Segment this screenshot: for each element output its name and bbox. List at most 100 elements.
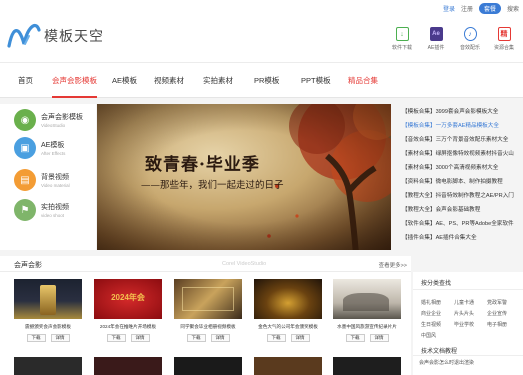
category-sidebar: ◉ 会声会影模板 VideoStudio ▣ AE模板 After Effect… <box>0 104 96 250</box>
nav-home[interactable]: 首页 <box>18 63 33 98</box>
audio-icon: ♪ <box>463 27 477 41</box>
sidebar-item-sub: video shoot <box>41 213 65 218</box>
card-buttons: 下载 详情 <box>14 334 82 342</box>
category-link[interactable]: 片头片头 <box>454 310 474 317</box>
sidebar-item-text: 实拍视频 video shoot <box>41 202 69 218</box>
news-item[interactable]: 【教程大全】会声会影基础教程 <box>402 205 523 213</box>
sidebar-item-video-material[interactable]: ▤ 背景视频 Video material <box>0 164 96 196</box>
section-header: 会声会影 Corel VideoStudio 查看更多>> <box>0 256 411 272</box>
album-icon: 精 <box>497 27 511 41</box>
news-item[interactable]: 【素材合集】绿屏抠像特效视频素材抖音火山 <box>402 149 523 157</box>
card-buttons: 下载 详情 <box>94 334 162 342</box>
nav-ae[interactable]: AE模板 <box>112 63 137 98</box>
nav-videostudio[interactable]: 会声会影模板 <box>52 63 97 98</box>
card-thumbnail[interactable] <box>254 279 322 319</box>
docs-link[interactable]: 会声会影怎么时退出渲染 <box>419 359 474 366</box>
search-link[interactable]: 搜索 <box>507 4 519 13</box>
tool-label: 音效配乐 <box>459 45 480 51</box>
detail-button[interactable]: 详情 <box>290 334 310 342</box>
nav-pr[interactable]: PR模板 <box>254 63 279 98</box>
site-logo[interactable]: 模板天空 <box>7 22 104 50</box>
template-card[interactable]: 水墨中国风旅游宣传纪录片片 下载 详情 <box>333 279 401 342</box>
tool-album[interactable]: 精 资源合集 <box>491 27 517 51</box>
tool-audio[interactable]: ♪ 音效配乐 <box>457 27 483 51</box>
logo-mark-icon <box>7 23 41 48</box>
sidebar-item-text: 会声会影模板 VideoStudio <box>41 112 83 128</box>
news-item[interactable]: 【软件合集】AE、PS、PR等Adobe全家软件 <box>402 219 523 227</box>
banner-title: 致青春·毕业季 <box>145 155 260 175</box>
category-link[interactable]: 党政军警 <box>487 299 507 306</box>
card-thumbnail[interactable] <box>94 357 162 375</box>
top-header: 模板天空 登录 注册 套餐 搜索 ↓ 软件下载 Ae AE插件 ♪ 音效配乐 精… <box>0 0 523 62</box>
category-link[interactable]: 毕业学校 <box>454 321 474 328</box>
account-links: 登录 注册 套餐 搜索 <box>443 3 519 14</box>
news-item[interactable]: 【插件合集】AE插件合集大全 <box>402 233 523 241</box>
card-thumbnail[interactable]: 2024年会 <box>94 279 162 319</box>
section-title: 会声会影 <box>14 262 42 269</box>
card-buttons: 下载 详情 <box>174 334 242 342</box>
sidebar-item-ae[interactable]: ▣ AE模板 After Effects <box>0 132 96 164</box>
news-item[interactable]: 【模板合集】3999套会声会影模板大全 <box>402 107 523 115</box>
card-thumbnail[interactable] <box>333 279 401 319</box>
sidebar-item-sub: After Effects <box>41 151 66 156</box>
card-caption: 水墨中国风旅游宣传纪录片片 <box>337 324 397 329</box>
register-link[interactable]: 注册 <box>461 4 473 13</box>
detail-button[interactable]: 详情 <box>50 334 70 342</box>
news-item[interactable]: 【模板合集】一万多套AE精品模板大全 <box>402 121 523 129</box>
after-effects-icon: ▣ <box>14 137 36 159</box>
sidebar-item-title: AE模板 <box>41 142 65 149</box>
news-item[interactable]: 【素材合集】3000个高清视频素材大全 <box>402 163 523 171</box>
card-thumbnail[interactable] <box>14 279 82 319</box>
template-card[interactable]: 2024年会 2024年会在推唯片开场模板 下载 详情 <box>94 279 162 342</box>
category-link[interactable]: 儿童卡通 <box>454 299 474 306</box>
nav-video-material[interactable]: 视频素材 <box>154 63 184 98</box>
card-thumbnail[interactable] <box>254 357 322 375</box>
category-link[interactable]: 电子相册 <box>487 321 507 328</box>
sidebar-item-title: 背景视频 <box>41 174 69 181</box>
news-item[interactable]: 【音效合集】三万个背景音效配乐素材大全 <box>402 135 523 143</box>
nav-ppt[interactable]: PPT模板 <box>301 63 331 98</box>
tool-software-download[interactable]: ↓ 软件下载 <box>389 27 415 51</box>
category-finder-header: 按分类查找 <box>413 272 523 290</box>
videostudio-icon: ◉ <box>14 109 36 131</box>
news-item[interactable]: 【资料合集】微电影脚本、制作拍摄教程 <box>402 177 523 185</box>
detail-button[interactable]: 详情 <box>369 334 389 342</box>
download-button[interactable]: 下载 <box>106 334 126 342</box>
ae-icon: Ae <box>429 27 443 41</box>
tool-label: 资源合集 <box>493 45 514 51</box>
tool-label: 软件下载 <box>391 45 412 51</box>
download-button[interactable]: 下载 <box>266 334 286 342</box>
detail-button[interactable]: 详情 <box>210 334 230 342</box>
hero-banner[interactable]: 致青春·毕业季 ——那些年，我们一起走过的日子 <box>97 104 391 250</box>
category-link[interactable]: 生日视频 <box>421 321 441 328</box>
category-link[interactable]: 商业企业 <box>421 310 441 317</box>
nav-shoot-material[interactable]: 实拍素材 <box>203 63 233 98</box>
news-item[interactable]: 【教程大全】抖音特效制作教程之AE/PR入门 <box>402 191 523 199</box>
sidebar-item-video-shoot[interactable]: ⚑ 实拍视频 video shoot <box>0 194 96 226</box>
card-thumbnail[interactable] <box>14 357 82 375</box>
sidebar-item-text: AE模板 After Effects <box>41 140 65 156</box>
template-card[interactable]: 金色大气的公司年会颁奖模板 下载 详情 <box>254 279 322 342</box>
template-card[interactable]: 同学聚会毕业相册视频模板 下载 详情 <box>174 279 242 342</box>
login-link[interactable]: 登录 <box>443 4 455 13</box>
category-link[interactable]: 婚礼相册 <box>421 299 441 306</box>
news-list: 【模板合集】3999套会声会影模板大全 【模板合集】一万多套AE精品模板大全 【… <box>400 104 523 250</box>
card-thumb-text: 2024年会 <box>111 293 145 302</box>
card-thumbnail[interactable] <box>333 357 401 375</box>
view-more-link[interactable]: 查看更多>> <box>379 261 407 269</box>
vip-button[interactable]: 套餐 <box>478 3 501 14</box>
category-finder-title: 按分类查找 <box>421 281 452 287</box>
download-button[interactable]: 下载 <box>26 334 46 342</box>
detail-button[interactable]: 详情 <box>130 334 150 342</box>
nav-collections[interactable]: 精品合集 <box>348 63 378 98</box>
download-icon: ↓ <box>395 27 409 41</box>
category-link[interactable]: 企业宣传 <box>487 310 507 317</box>
download-button[interactable]: 下载 <box>345 334 365 342</box>
card-caption: 金色大气的公司年会颁奖模板 <box>258 324 318 329</box>
category-link[interactable]: 中国风 <box>421 332 436 339</box>
download-button[interactable]: 下载 <box>186 334 206 342</box>
card-thumbnail[interactable] <box>174 357 242 375</box>
template-card[interactable]: 震撼颁奖会声会影模板 下载 详情 <box>14 279 82 342</box>
tool-ae-plugins[interactable]: Ae AE插件 <box>423 27 449 51</box>
card-thumbnail[interactable] <box>174 279 242 319</box>
